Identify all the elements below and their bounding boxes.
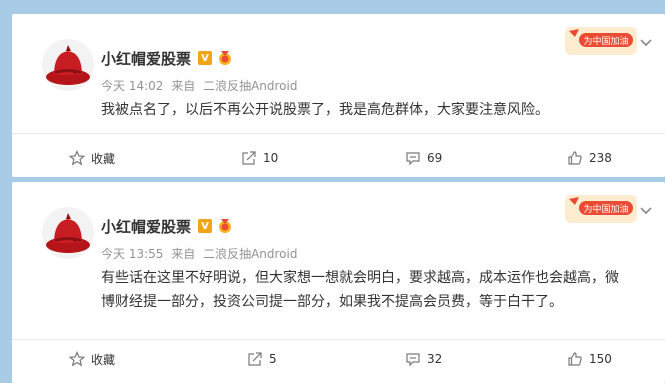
author-name[interactable]: 小红帽爱股票 [101,216,191,237]
campaign-badge[interactable]: 为中国加油 [565,193,637,225]
weibo-post: 小红帽爱股票 V 今天 14:02 来自 二浪反抽Android 我被点名了，以… [12,14,665,177]
comment-button[interactable]: 32 [405,340,442,378]
favorite-label: 收藏 [91,352,116,367]
post-text: 我被点名了，以后不再公开说股票了，我是高危群体，大家要注意风险。 [101,102,549,118]
medal-badge-icon[interactable] [217,50,233,66]
post-text: 有些话在这里不好明说，但大家想一想就会明白，要求越高，成本运作也会越高，微博财经… [101,270,619,310]
comment-bubble-icon [406,152,420,166]
action-bar: 收藏 5 32 150 [12,340,665,378]
repost-arrow-icon [242,151,256,165]
post-source: 二浪反抽Android [203,247,298,261]
post-source: 二浪反抽Android [203,79,298,93]
comment-button[interactable]: 69 [405,139,442,177]
medal-badge-icon[interactable] [217,218,233,234]
campaign-badge-text: 为中国加油 [583,203,628,215]
like-button[interactable]: 150 [567,340,612,378]
action-bar: 收藏 10 69 238 [12,139,665,177]
source-prefix: 来自 [171,79,196,93]
repost-button[interactable]: 10 [241,139,278,177]
like-count: 150 [589,352,612,366]
favorite-label: 收藏 [91,151,116,166]
post-time[interactable]: 今天 14:02 [101,79,163,93]
repost-count: 10 [263,151,279,165]
post-meta: 今天 14:02 来自 二浪反抽Android [101,77,301,94]
favorite-button[interactable]: 收藏 [69,340,115,378]
campaign-badge[interactable]: 为中国加油 [565,25,637,57]
chevron-down-icon[interactable] [639,206,653,216]
repost-arrow-icon [248,352,262,366]
divider [12,133,665,134]
verified-badge-icon: V [198,219,213,233]
weibo-post: 小红帽爱股票 V 今天 13:55 来自 二浪反抽Android 有些话在这里不… [12,182,665,383]
source-prefix: 来自 [171,247,196,261]
comment-bubble-icon [406,353,420,367]
thumbs-up-icon [568,151,582,165]
star-outline-icon [69,351,85,367]
repost-count: 5 [269,352,277,366]
favorite-button[interactable]: 收藏 [69,139,115,177]
thumbs-up-icon [568,352,582,366]
post-meta: 今天 13:55 来自 二浪反抽Android [101,245,301,262]
like-count: 238 [589,151,612,165]
post-time[interactable]: 今天 13:55 [101,247,163,261]
chevron-down-icon[interactable] [639,38,653,48]
comment-count: 32 [427,352,443,366]
comment-count: 69 [427,151,443,165]
star-outline-icon [69,150,85,166]
like-button[interactable]: 238 [567,139,612,177]
repost-button[interactable]: 5 [247,340,277,378]
avatar[interactable] [42,39,94,91]
avatar[interactable] [42,207,94,259]
verified-badge-icon: V [198,51,213,65]
campaign-badge-text: 为中国加油 [583,35,628,47]
author-name[interactable]: 小红帽爱股票 [101,48,191,69]
